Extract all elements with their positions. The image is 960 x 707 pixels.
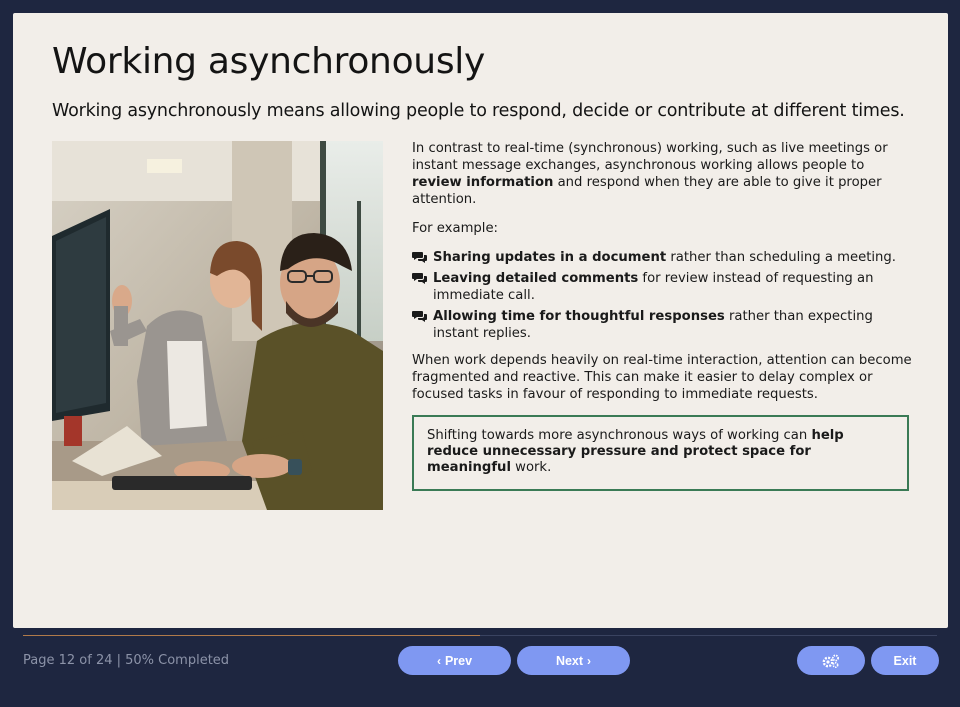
callout-text: Shifting towards more asynchronous ways … (427, 428, 812, 443)
exit-button[interactable]: Exit (871, 646, 939, 675)
chevron-left-icon: ‹ (436, 653, 441, 668)
progress-bar (23, 635, 937, 636)
exit-label: Exit (893, 653, 917, 668)
prev-button[interactable]: ‹ Prev (398, 646, 511, 675)
list-item: Leaving detailed comments for review ins… (412, 270, 912, 304)
intro-paragraph: In contrast to real-time (synchronous) w… (412, 140, 912, 208)
example-list: Sharing updates in a document rather tha… (412, 249, 912, 342)
gears-icon (822, 654, 839, 668)
list-item: Sharing updates in a document rather tha… (412, 249, 912, 266)
closing-paragraph: When work depends heavily on real-time i… (412, 353, 912, 402)
callout-text-end: work. (510, 460, 552, 475)
body-content: In contrast to real-time (synchronous) w… (412, 140, 912, 491)
office-photo (52, 141, 383, 510)
page-title: Working asynchronously (52, 41, 485, 82)
next-label: Next (555, 653, 584, 668)
example-label: For example: (412, 221, 499, 236)
bullet-bold-text: Sharing updates in a document (433, 250, 667, 265)
settings-button[interactable] (797, 646, 865, 675)
intro-bold-text: review information (412, 175, 554, 190)
next-button[interactable]: Next › (517, 646, 630, 675)
prev-label: Prev (444, 653, 473, 668)
callout-box: Shifting towards more asynchronous ways … (412, 415, 909, 491)
bullet-bold-text: Allowing time for thoughtful responses (433, 309, 725, 324)
page-subtitle: Working asynchronously means allowing pe… (52, 101, 905, 121)
chat-bubbles-icon (412, 252, 427, 263)
page-status: Page 12 of 24 | 50% Completed (23, 653, 230, 668)
bullet-text: rather than scheduling a meeting. (666, 250, 896, 265)
progress-bar-fill (23, 635, 480, 636)
intro-text: In contrast to real-time (synchronous) w… (412, 141, 888, 173)
list-item: Allowing time for thoughtful responses r… (412, 308, 912, 342)
chevron-right-icon: › (587, 653, 592, 668)
chat-bubbles-icon (412, 311, 427, 322)
chat-bubbles-icon (412, 273, 427, 284)
bullet-bold-text: Leaving detailed comments (433, 271, 639, 286)
slide-panel: Working asynchronously Working asynchron… (13, 13, 948, 628)
